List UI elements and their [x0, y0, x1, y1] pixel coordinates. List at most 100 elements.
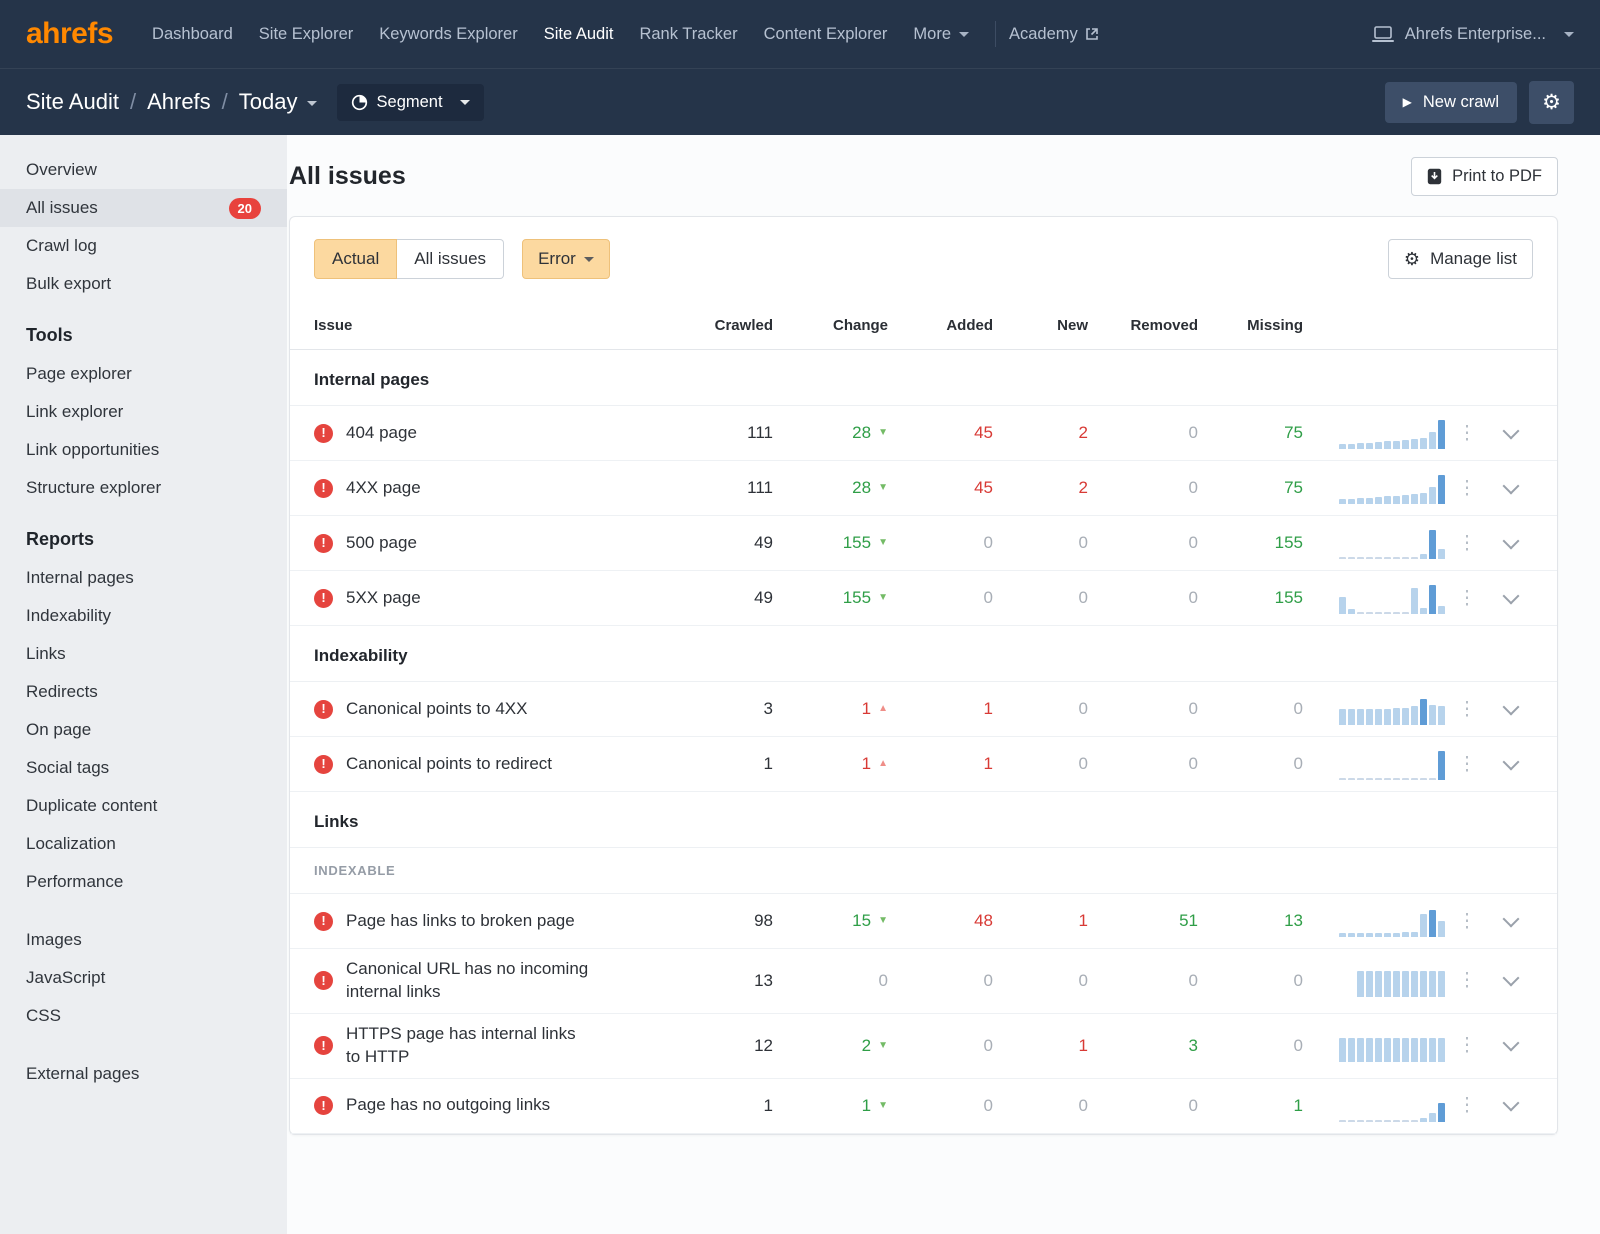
nav-item-site-audit[interactable]: Site Audit: [531, 25, 627, 44]
sidebar-item-bulk-export[interactable]: Bulk export: [0, 265, 287, 303]
sidebar-item-label: Link explorer: [26, 402, 123, 422]
sidebar-item-label: Indexability: [26, 606, 111, 626]
row-menu-button[interactable]: ⋮: [1445, 698, 1489, 721]
nav-divider: [995, 21, 996, 47]
sidebar-item-label: Performance: [26, 872, 123, 892]
issue-row[interactable]: !Canonical URL has no incoming internal …: [290, 949, 1557, 1014]
filter-all-issues-button[interactable]: All issues: [397, 239, 504, 279]
sidebar-item-on-page[interactable]: On page: [0, 711, 287, 749]
issue-row[interactable]: !5XX page49155▼000155⋮: [290, 571, 1557, 626]
scope-toggle: Actual All issues: [314, 239, 504, 279]
issue-row[interactable]: !Page has no outgoing links11▼0001⋮: [290, 1079, 1557, 1134]
issue-row[interactable]: !Canonical points to redirect11▲1000⋮: [290, 737, 1557, 792]
print-to-pdf-button[interactable]: Print to PDF: [1411, 157, 1558, 196]
sidebar-group-header: Tools: [0, 303, 287, 355]
issue-row[interactable]: !4XX page11128▼452075⋮: [290, 461, 1557, 516]
column-header-issue[interactable]: Issue: [314, 317, 685, 334]
settings-button[interactable]: ⚙: [1529, 81, 1574, 124]
breadcrumb-site-audit[interactable]: Site Audit: [26, 89, 119, 115]
expand-chevron[interactable]: [1503, 422, 1520, 439]
sidebar-item-link-explorer[interactable]: Link explorer: [0, 393, 287, 431]
severity-filter-label: Error: [538, 249, 576, 269]
trend-sparkline: [1303, 905, 1445, 937]
expand-chevron[interactable]: [1503, 1095, 1520, 1112]
new-value: 1: [993, 1036, 1088, 1056]
sidebar-item-label: Links: [26, 644, 66, 664]
nav-item-site-explorer[interactable]: Site Explorer: [246, 25, 366, 44]
sidebar-item-overview[interactable]: Overview: [0, 151, 287, 189]
nav-academy[interactable]: Academy: [1009, 25, 1099, 44]
row-menu-button[interactable]: ⋮: [1445, 753, 1489, 776]
breadcrumb-project[interactable]: Ahrefs: [147, 89, 211, 115]
row-menu-button[interactable]: ⋮: [1445, 532, 1489, 555]
row-menu-button[interactable]: ⋮: [1445, 910, 1489, 933]
account-menu[interactable]: Ahrefs Enterprise...: [1371, 25, 1574, 44]
segment-button[interactable]: Segment: [337, 84, 484, 121]
sidebar-item-external-pages[interactable]: External pages: [0, 1055, 287, 1093]
row-menu-button[interactable]: ⋮: [1445, 1094, 1489, 1117]
new-value: 2: [993, 423, 1088, 443]
manage-list-button[interactable]: ⚙ Manage list: [1388, 239, 1533, 279]
sidebar-item-structure-explorer[interactable]: Structure explorer: [0, 469, 287, 507]
ahrefs-logo[interactable]: ahrefs: [26, 17, 113, 51]
sidebar-item-crawl-log[interactable]: Crawl log: [0, 227, 287, 265]
expand-chevron[interactable]: [1503, 910, 1520, 927]
column-header-change[interactable]: Change: [773, 317, 888, 334]
sidebar-item-duplicate-content[interactable]: Duplicate content: [0, 787, 287, 825]
column-header-new[interactable]: New: [993, 317, 1088, 334]
column-header-missing[interactable]: Missing: [1198, 317, 1303, 334]
issues-count-badge: 20: [229, 198, 261, 219]
sidebar-item-label: Bulk export: [26, 274, 111, 294]
nav-item-rank-tracker[interactable]: Rank Tracker: [626, 25, 750, 44]
academy-label: Academy: [1009, 25, 1078, 44]
sidebar-item-performance[interactable]: Performance: [0, 863, 287, 901]
expand-chevron[interactable]: [1503, 587, 1520, 604]
severity-filter-button[interactable]: Error: [522, 239, 610, 279]
row-menu-button[interactable]: ⋮: [1445, 422, 1489, 445]
expand-chevron[interactable]: [1503, 753, 1520, 770]
column-header-crawled[interactable]: Crawled: [685, 317, 773, 334]
sidebar-item-images[interactable]: Images: [0, 921, 287, 959]
sidebar-item-links[interactable]: Links: [0, 635, 287, 673]
issue-row[interactable]: !Page has links to broken page9815▼48151…: [290, 894, 1557, 949]
sidebar-item-css[interactable]: CSS: [0, 997, 287, 1035]
sidebar-item-internal-pages[interactable]: Internal pages: [0, 559, 287, 597]
nav-item-dashboard[interactable]: Dashboard: [139, 25, 246, 44]
expand-chevron[interactable]: [1503, 698, 1520, 715]
crawled-value: 12: [685, 1036, 773, 1056]
column-header-added[interactable]: Added: [888, 317, 993, 334]
issue-row[interactable]: !HTTPS page has internal links to HTTP12…: [290, 1014, 1557, 1079]
crawl-date-dropdown[interactable]: Today: [239, 89, 317, 115]
removed-value: 0: [1088, 478, 1198, 498]
trend-down-icon: ▼: [878, 916, 888, 926]
row-menu-button[interactable]: ⋮: [1445, 969, 1489, 992]
expand-chevron[interactable]: [1503, 477, 1520, 494]
issue-row[interactable]: !404 page11128▼452075⋮: [290, 406, 1557, 461]
expand-chevron[interactable]: [1503, 970, 1520, 987]
sidebar-item-localization[interactable]: Localization: [0, 825, 287, 863]
sidebar-item-javascript[interactable]: JavaScript: [0, 959, 287, 997]
issue-row[interactable]: !500 page49155▼000155⋮: [290, 516, 1557, 571]
issue-row[interactable]: !Canonical points to 4XX31▲1000⋮: [290, 682, 1557, 737]
added-value: 45: [888, 478, 993, 498]
expand-chevron[interactable]: [1503, 1035, 1520, 1052]
sidebar: OverviewAll issues20Crawl log Bulk export…: [0, 135, 287, 1234]
sidebar-item-link-opportunities[interactable]: Link opportunities: [0, 431, 287, 469]
sidebar-item-page-explorer[interactable]: Page explorer: [0, 355, 287, 393]
filter-actual-button[interactable]: Actual: [314, 239, 397, 279]
row-menu-button[interactable]: ⋮: [1445, 587, 1489, 610]
nav-item-keywords-explorer[interactable]: Keywords Explorer: [366, 25, 530, 44]
new-crawl-button[interactable]: ▶ New crawl: [1385, 82, 1517, 123]
sidebar-item-social-tags[interactable]: Social tags: [0, 749, 287, 787]
row-menu-button[interactable]: ⋮: [1445, 477, 1489, 500]
nav-item-content-explorer[interactable]: Content Explorer: [751, 25, 901, 44]
expand-chevron[interactable]: [1503, 532, 1520, 549]
sidebar-item-indexability[interactable]: Indexability: [0, 597, 287, 635]
sidebar-item-all-issues[interactable]: All issues20: [0, 189, 287, 227]
sidebar-item-redirects[interactable]: Redirects: [0, 673, 287, 711]
nav-item-more[interactable]: More: [900, 25, 982, 44]
row-menu-button[interactable]: ⋮: [1445, 1034, 1489, 1057]
missing-value: 75: [1198, 478, 1303, 498]
issue-name: Canonical points to 4XX: [346, 698, 527, 721]
column-header-removed[interactable]: Removed: [1088, 317, 1198, 334]
